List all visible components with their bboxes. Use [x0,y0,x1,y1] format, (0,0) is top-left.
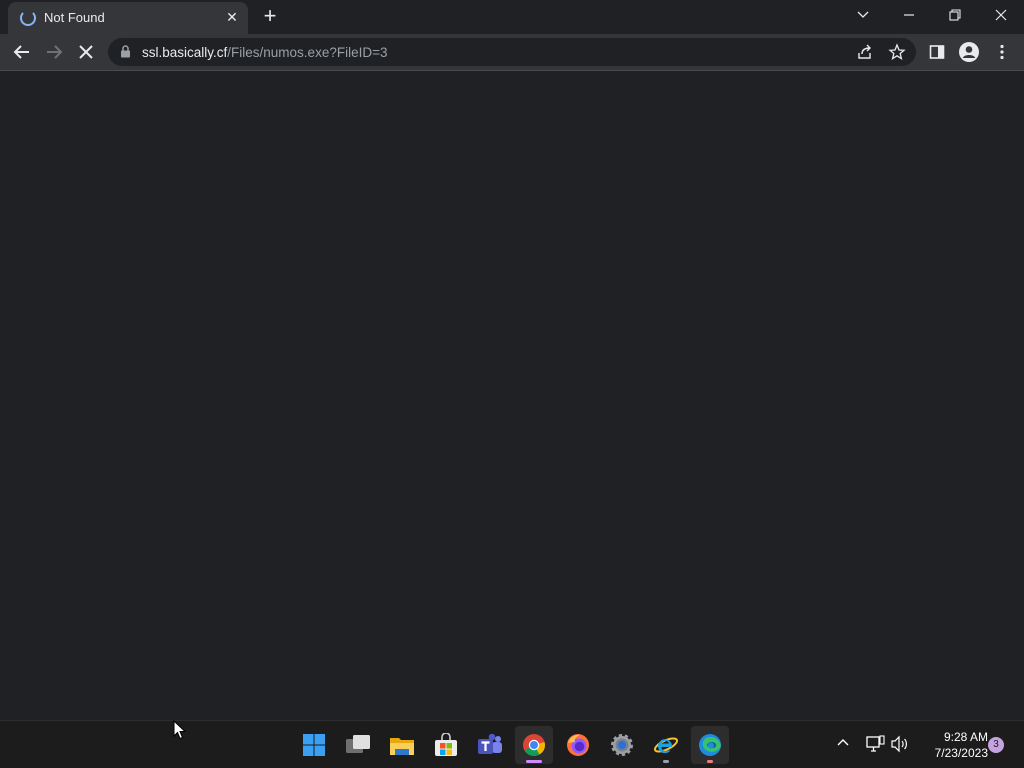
arrow-left-icon [13,45,29,59]
active-app-indicator [526,760,542,763]
running-app-indicator [663,760,669,763]
store-bag-icon [435,733,457,756]
minimize-button[interactable] [886,0,932,30]
internet-explorer-icon [653,737,679,754]
microsoft-store-button[interactable] [427,726,465,764]
firefox-icon [567,734,589,756]
clock-date: 7/23/2023 [934,746,988,760]
stop-loading-button[interactable] [72,38,100,66]
loading-spinner-icon [20,10,36,26]
share-icon[interactable] [856,43,874,61]
side-panel-button[interactable] [923,38,951,66]
taskbar-clock[interactable]: 9:28 AM 7/23/2023 [918,729,988,761]
running-app-indicator [707,760,713,763]
close-window-button[interactable] [978,0,1024,30]
file-explorer-button[interactable] [383,726,421,764]
page-content [0,71,1024,720]
tab-search-button[interactable] [840,0,886,30]
arrow-right-icon [47,45,63,59]
browser-title-bar: Not Found ✕ + [0,0,1024,34]
gear-icon [611,734,633,756]
teams-button[interactable] [471,726,509,764]
chrome-button[interactable] [515,726,553,764]
task-view-icon [346,735,370,753]
edge-icon [699,734,721,756]
profile-avatar-icon [959,42,979,62]
address-bar[interactable]: ssl.basically.cf/Files/numos.exe?FileID=… [108,38,916,66]
volume-icon[interactable] [890,735,910,753]
chrome-icon [523,734,545,756]
windows-taskbar: 9:28 AM 7/23/2023 3 [0,720,1024,768]
side-panel-icon [929,45,945,59]
forward-button[interactable] [40,38,68,66]
lock-icon[interactable] [120,45,131,58]
notification-badge[interactable]: 3 [988,737,1004,753]
edge-button[interactable] [691,726,729,764]
more-vertical-icon [1000,44,1004,60]
minimize-icon [904,14,914,16]
chevron-up-icon[interactable] [836,735,850,749]
mouse-cursor-icon [173,720,187,740]
internet-explorer-button[interactable] [647,726,685,764]
close-icon [995,9,1007,21]
network-icon[interactable] [866,735,886,753]
windows-start-icon [303,734,325,756]
firefox-button[interactable] [559,726,597,764]
new-tab-button[interactable]: + [258,4,282,28]
restore-button[interactable] [932,0,978,30]
browser-toolbar: ssl.basically.cf/Files/numos.exe?FileID=… [0,34,1024,71]
back-button[interactable] [8,38,36,66]
tab-close-button[interactable]: ✕ [222,7,242,27]
url-host: ssl.basically.cf [142,45,228,60]
task-view-button[interactable] [339,726,377,764]
chevron-down-icon [857,11,869,18]
start-button[interactable] [295,726,333,764]
settings-button[interactable] [603,726,641,764]
close-icon [79,45,93,59]
browser-menu-button[interactable] [988,38,1016,66]
clock-time: 9:28 AM [943,730,988,744]
browser-tab[interactable]: Not Found ✕ [8,2,248,34]
profile-button[interactable] [955,38,983,66]
tab-title: Not Found [44,10,105,25]
teams-icon [478,733,502,754]
folder-icon [390,738,414,755]
bookmark-star-icon[interactable] [888,43,906,61]
restore-icon [949,9,961,21]
address-url[interactable]: ssl.basically.cf/Files/numos.exe?FileID=… [142,45,387,60]
url-path: /Files/numos.exe?FileID=3 [227,45,388,60]
